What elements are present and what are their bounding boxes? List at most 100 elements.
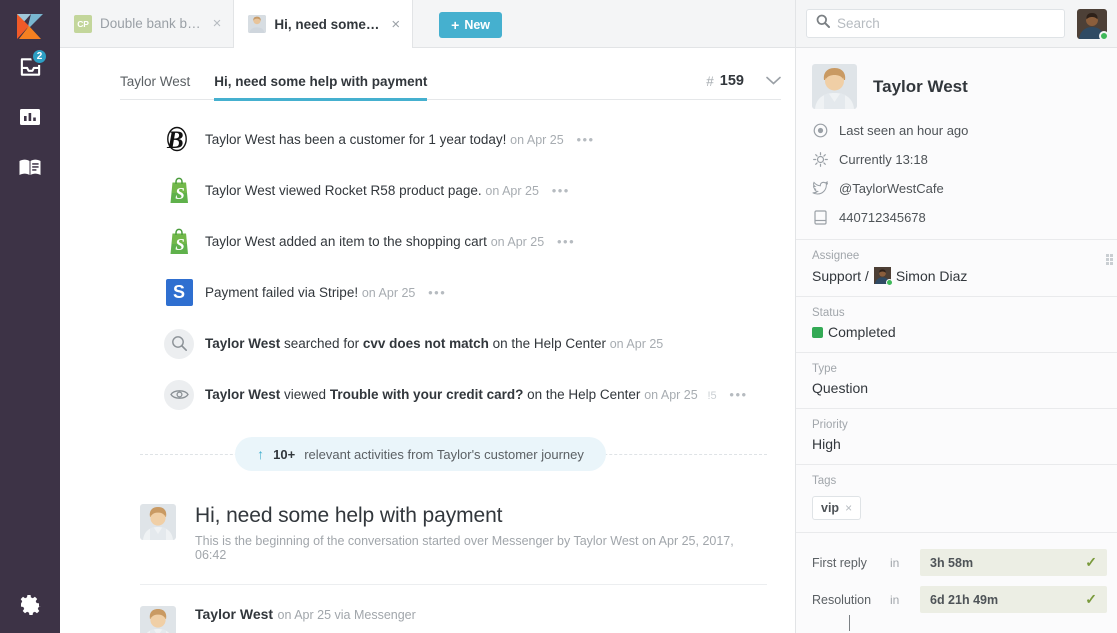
field-status[interactable]: Status Completed	[796, 297, 1117, 353]
activity-more-icon[interactable]: •••	[729, 387, 747, 402]
avatar[interactable]	[812, 64, 857, 109]
activity-person: Taylor West	[205, 335, 281, 351]
activity-main: Payment failed via Stripe!	[205, 284, 359, 300]
activity-mid: viewed	[280, 386, 330, 402]
sidebar-item-reports[interactable]	[0, 92, 60, 142]
customer-journey-divider: ↑ 10+ relevant activities from Taylor's …	[60, 424, 781, 484]
sidebar-item-settings[interactable]	[0, 577, 60, 633]
profile-row-last-seen: Last seen an hour ago	[812, 122, 1101, 138]
activity-row[interactable]: S Taylor West viewed Rocket R58 product …	[60, 165, 781, 216]
activity-text: Taylor West added an item to the shoppin…	[205, 233, 575, 251]
conversation-thread[interactable]: B Taylor West has been a customer for 1 …	[60, 100, 795, 633]
profile-header: Taylor West	[812, 64, 1101, 109]
field-value: High	[812, 436, 841, 452]
activity-term: Trouble with your credit card?	[329, 386, 524, 402]
breadcrumb-subject[interactable]: Hi, need some help with payment	[214, 74, 428, 101]
conversation-header: Taylor West Hi, need some help with paym…	[60, 48, 795, 101]
activity-more-icon[interactable]: •••	[428, 285, 446, 300]
profile-current-time-text: Currently 13:18	[839, 151, 928, 167]
new-button[interactable]: + New	[439, 12, 503, 38]
page-title: Hi, need some help with payment	[195, 504, 503, 527]
tab-close-icon[interactable]: ×	[209, 16, 222, 31]
sla-preposition: in	[890, 555, 900, 570]
message-author: Taylor West	[195, 606, 274, 622]
activity-text: Taylor West viewed Rocket R58 product pa…	[205, 182, 570, 200]
check-icon: ✓	[1085, 591, 1097, 607]
stripe-icon: S	[164, 278, 194, 308]
sla-row-first-reply: First reply in 3h 58m ✓	[806, 549, 1107, 576]
activity-date: on Apr 25	[644, 387, 698, 402]
sidebar-item-knowledgebase[interactable]	[0, 142, 60, 192]
tab-hi-need-some-help[interactable]: Hi, need some… ×	[233, 0, 414, 48]
last-seen-icon	[812, 122, 828, 138]
assignee-avatar	[873, 267, 893, 286]
activity-more-icon[interactable]: •••	[552, 183, 570, 198]
journey-count: 10+	[273, 446, 296, 462]
field-value: Completed	[812, 324, 1101, 340]
search-icon	[816, 14, 830, 33]
current-user-avatar[interactable]	[1077, 8, 1109, 41]
search-input[interactable]	[837, 16, 1055, 31]
activity-text: Taylor West has been a customer for 1 ye…	[205, 131, 595, 149]
activity-more-icon[interactable]: •••	[557, 234, 575, 249]
field-assignee[interactable]: Assignee Support / Simon Diaz	[796, 240, 1117, 297]
activity-more-icon[interactable]: •••	[576, 132, 594, 147]
activity-mid: searched for	[280, 335, 363, 351]
breadcrumb-person[interactable]: Taylor West	[120, 74, 190, 100]
chevron-down-icon[interactable]	[766, 72, 781, 90]
online-status-dot	[1099, 30, 1109, 41]
knowledgebase-icon	[19, 159, 41, 175]
profile-phone-number: 440712345678	[839, 209, 926, 225]
field-type[interactable]: Type Question	[796, 353, 1117, 409]
activity-row[interactable]: S Taylor West added an item to the shopp…	[60, 216, 781, 267]
status-badge	[812, 326, 823, 338]
activity-person: Taylor West	[205, 386, 281, 402]
inbox-badge: 2	[31, 48, 48, 65]
sidebar-item-inbox[interactable]: 2	[0, 42, 60, 92]
assignee-online-dot	[885, 279, 893, 286]
field-tags[interactable]: Tags vip ×	[796, 465, 1117, 533]
profile-row-current-time: Currently 13:18	[812, 151, 1101, 167]
profile-twitter-handle: @TaylorWestCafe	[839, 180, 944, 196]
sla-label: Resolution	[812, 592, 872, 607]
customer-profile: Taylor West Last seen an hour ago Curren…	[796, 48, 1117, 240]
eye-circle-icon	[164, 379, 194, 410]
search-box[interactable]	[806, 9, 1065, 38]
reports-icon	[20, 109, 40, 125]
svg-text:S: S	[175, 184, 184, 203]
clock-sun-icon	[812, 151, 828, 167]
kayako-logo[interactable]	[15, 12, 45, 42]
app-root: 2 CP Double bank b… × Hi, need some… × +…	[0, 0, 1117, 633]
activity-row[interactable]: Taylor West searched for cvv does not ma…	[60, 318, 781, 369]
profile-row-twitter[interactable]: @TaylorWestCafe	[812, 180, 1101, 196]
activity-row[interactable]: B Taylor West has been a customer for 1 …	[60, 114, 781, 165]
conversation-start: Hi, need some help with payment This is …	[60, 484, 781, 562]
activity-fragment: !5	[707, 389, 717, 402]
field-priority[interactable]: Priority High	[796, 409, 1117, 465]
profile-last-seen-text: Last seen an hour ago	[839, 122, 969, 138]
tab-avatar	[248, 15, 267, 33]
activity-suffix: on the Help Center	[488, 335, 606, 351]
plus-icon: +	[451, 17, 460, 33]
activity-suffix: on the Help Center	[523, 386, 641, 402]
braintree-icon: B	[164, 125, 194, 155]
tag-chip-vip[interactable]: vip ×	[812, 496, 862, 520]
activity-date: on Apr 25	[609, 336, 664, 351]
sla-preposition: in	[890, 592, 900, 607]
activity-row[interactable]: S Payment failed via Stripe! on Apr 25 •…	[60, 267, 781, 318]
tab-close-icon[interactable]: ×	[387, 17, 400, 32]
activity-date: on Apr 25	[485, 183, 539, 198]
activity-row[interactable]: Taylor West viewed Trouble with your cre…	[60, 369, 781, 420]
tab-double-bank[interactable]: CP Double bank b… ×	[60, 0, 233, 47]
tag-remove-icon[interactable]: ×	[845, 501, 852, 515]
drag-handle-icon[interactable]	[1106, 254, 1115, 266]
activity-date: on Apr 25	[490, 234, 545, 249]
sidebar-panel: Taylor West Last seen an hour ago Curren…	[796, 48, 1117, 633]
sla-value: 3h 58m	[930, 555, 974, 570]
sla-value: 6d 21h 49m	[930, 592, 999, 607]
sla-label: First reply	[812, 555, 867, 570]
avatar	[140, 504, 176, 540]
assignee-agent: Simon Diaz	[895, 267, 968, 284]
customer-journey-pill[interactable]: ↑ 10+ relevant activities from Taylor's …	[235, 437, 606, 471]
hash-symbol: #	[706, 73, 714, 89]
